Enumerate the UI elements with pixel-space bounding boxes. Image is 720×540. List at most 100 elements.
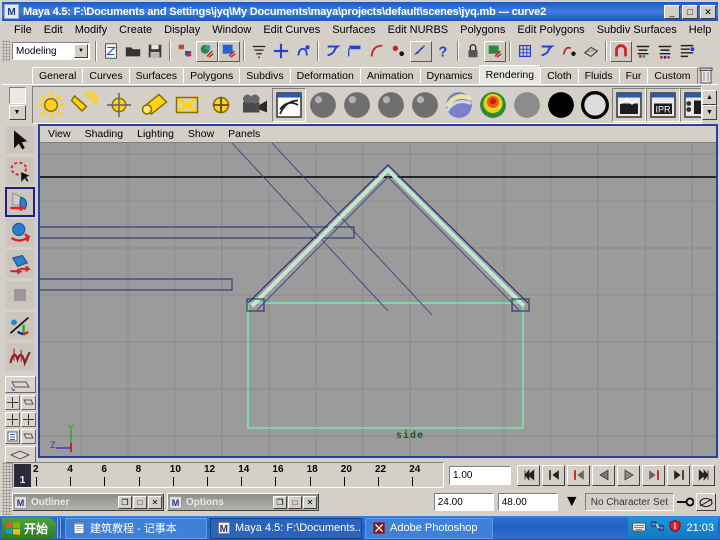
minimize-button[interactable]: _ <box>664 4 680 19</box>
menu-item-file[interactable]: File <box>8 23 38 37</box>
lambert-material-button[interactable] <box>306 87 340 122</box>
menu-item-edit[interactable]: Edit <box>38 23 69 37</box>
chevron-down-icon[interactable]: ▼ <box>74 44 88 58</box>
time-slider[interactable]: 1 2 4 6 8 10 12 14 16 18 20 22 24 <box>12 462 444 488</box>
taskbar-item-maya[interactable]: M Maya 4.5: F:\Documents... <box>210 517 363 539</box>
show-manipulator-tool[interactable] <box>5 311 35 341</box>
maximize-button[interactable]: □ <box>682 4 698 19</box>
ambient-light-button[interactable] <box>34 87 68 122</box>
misc-mask-button[interactable]: ? <box>432 40 454 62</box>
menu-item-window[interactable]: Window <box>206 23 257 37</box>
viewport-menu-lighting[interactable]: Lighting <box>137 128 182 140</box>
directional-light-button[interactable] <box>68 87 102 122</box>
two-pane-layout[interactable] <box>4 412 20 427</box>
rotate-tool[interactable] <box>5 249 35 279</box>
blinn-material-button[interactable] <box>340 87 374 122</box>
viewport-scene[interactable]: Y Z <box>40 143 716 456</box>
use-background-button[interactable] <box>544 87 578 122</box>
timeslider-grip[interactable] <box>2 462 12 488</box>
go-to-start-button[interactable] <box>517 464 540 486</box>
pivots-mask-button[interactable] <box>388 40 410 62</box>
hypergraph-pane-layout[interactable] <box>20 429 36 444</box>
new-scene-button[interactable] <box>100 40 122 62</box>
menu-item-surfaces[interactable]: Surfaces <box>326 23 381 37</box>
snap-to-curve-button[interactable] <box>536 40 558 62</box>
go-to-end-button[interactable] <box>692 464 715 486</box>
character-set-field[interactable]: No Character Set <box>584 493 674 511</box>
shelf-tab-cloth[interactable]: Cloth <box>540 67 579 84</box>
save-scene-button[interactable] <box>144 40 166 62</box>
lock-selection-button[interactable] <box>462 40 484 62</box>
viewport-menu-show[interactable]: Show <box>188 128 222 140</box>
step-forward-frame-button[interactable] <box>642 464 665 486</box>
parm-points-mask-button[interactable] <box>292 40 314 62</box>
four-view-layout[interactable] <box>4 395 20 410</box>
menu-item-help[interactable]: Help <box>683 23 718 37</box>
shelf-tab-rendering[interactable]: Rendering <box>478 65 542 84</box>
shelf-menu-arrow-icon[interactable]: ▼ <box>8 104 26 120</box>
step-back-frame-button[interactable] <box>567 464 590 486</box>
snap-to-point-button[interactable] <box>558 40 580 62</box>
menu-item-display[interactable]: Display <box>158 23 206 37</box>
step-forward-key-button[interactable] <box>667 464 690 486</box>
hulls-mask-button[interactable] <box>366 40 388 62</box>
area-light-button[interactable] <box>170 87 204 122</box>
play-forwards-button[interactable] <box>617 464 640 486</box>
menu-item-edit-polygons[interactable]: Edit Polygons <box>511 23 590 37</box>
viewport-menu-shading[interactable]: Shading <box>85 128 132 140</box>
network-icon[interactable] <box>650 519 665 537</box>
points-mask-button[interactable] <box>270 40 292 62</box>
shelf-tab-surfaces[interactable]: Surfaces <box>128 67 185 84</box>
shelf-scroll-up-icon[interactable]: ▲ <box>702 89 717 105</box>
component-mask-button[interactable] <box>248 40 270 62</box>
shelf-tab-polygons[interactable]: Polygons <box>183 67 241 84</box>
move-tool[interactable] <box>5 218 35 248</box>
play-backwards-button[interactable] <box>592 464 615 486</box>
highlight-selection-button[interactable] <box>484 40 506 62</box>
spot-light-button[interactable] <box>136 87 170 122</box>
maximize-button[interactable]: □ <box>288 495 302 509</box>
start-button[interactable]: 开始 <box>2 517 57 539</box>
layered-shader-button[interactable] <box>578 87 612 122</box>
keyboard-icon[interactable] <box>632 519 647 537</box>
select-by-hierarchy-button[interactable] <box>174 40 196 62</box>
persp-outliner-layout[interactable] <box>20 395 36 410</box>
outliner-pane-layout[interactable] <box>4 429 20 444</box>
menu-item-edit-nurbs[interactable]: Edit NURBS <box>382 23 455 37</box>
render-current-frame-button[interactable] <box>632 40 654 62</box>
batch-render-button[interactable] <box>680 87 701 122</box>
handles-mask-button[interactable] <box>410 40 432 62</box>
menu-item-polygons[interactable]: Polygons <box>454 23 511 37</box>
anisotropic-material-button[interactable] <box>442 87 476 122</box>
faces-mask-button[interactable] <box>344 40 366 62</box>
viewport-menu-view[interactable]: View <box>48 128 79 140</box>
shelf-scroll-down-icon[interactable]: ▼ <box>702 104 717 120</box>
viewport-menu-panels[interactable]: Panels <box>228 128 268 140</box>
menu-item-create[interactable]: Create <box>113 23 158 37</box>
lines-mask-button[interactable] <box>322 40 344 62</box>
current-frame-field[interactable]: 1.00 <box>449 465 511 485</box>
select-tool[interactable] <box>5 125 35 155</box>
shelf-tab-dynamics[interactable]: Dynamics <box>419 67 480 84</box>
ipr-view-button[interactable]: IPR <box>646 87 680 122</box>
lasso-tool[interactable] <box>5 156 35 186</box>
surface-shader-button[interactable] <box>510 87 544 122</box>
construction-history-button[interactable] <box>610 40 632 62</box>
ramp-shader-button[interactable] <box>476 87 510 122</box>
options-window[interactable]: M Options ❐ □ ✕ <box>167 493 319 511</box>
trash-can-icon[interactable] <box>698 66 714 84</box>
shelf-tab-fluids[interactable]: Fluids <box>577 67 620 84</box>
open-scene-button[interactable] <box>122 40 144 62</box>
phonge-material-button[interactable] <box>408 87 442 122</box>
point-light-button[interactable] <box>102 87 136 122</box>
shelf-tab-display-box[interactable] <box>8 86 26 104</box>
last-tool-used[interactable] <box>5 342 35 372</box>
three-pane-layout[interactable] <box>20 412 36 427</box>
select-by-component-button[interactable] <box>218 40 240 62</box>
menu-item-edit-curves[interactable]: Edit Curves <box>257 23 326 37</box>
scale-tool[interactable] <box>5 280 35 310</box>
step-back-key-button[interactable] <box>542 464 565 486</box>
shelf-tab-subdivs[interactable]: Subdivs <box>239 67 291 84</box>
hypershade-button[interactable] <box>272 87 306 122</box>
shelf-tab-deformation[interactable]: Deformation <box>289 67 361 84</box>
